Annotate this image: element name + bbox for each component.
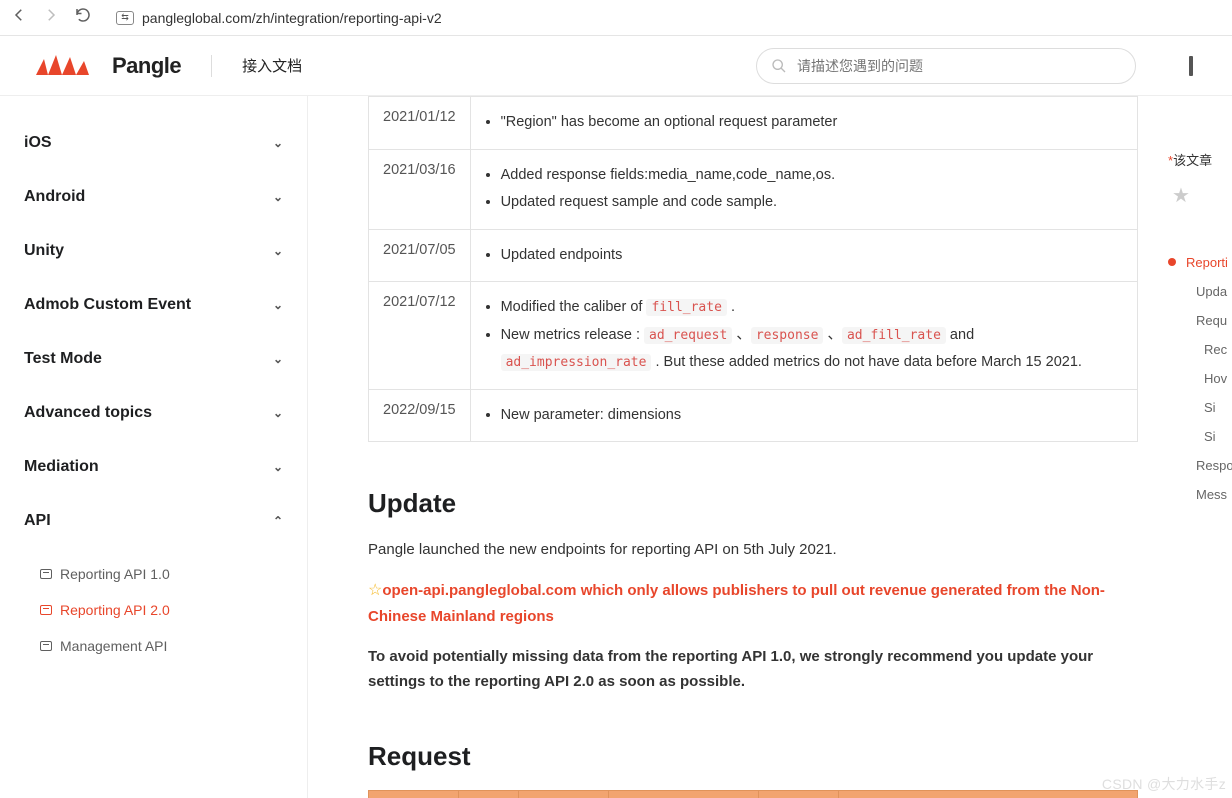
- chevron-down-icon: ⌄: [273, 244, 283, 258]
- logo-icon: [34, 53, 104, 79]
- more-icon[interactable]: [1186, 54, 1198, 78]
- star-icon: ☆: [368, 582, 382, 599]
- table-row: 2021/07/12 Modified the caliber of fill_…: [369, 282, 1138, 390]
- browser-bar: ⇆ pangleglobal.com/zh/integration/report…: [0, 0, 1232, 36]
- sidebar: iOS⌄ Android⌄ Unity⌄ Admob Custom Event⌄…: [0, 96, 308, 798]
- code-fill-rate: fill_rate: [646, 299, 726, 316]
- site-header: Pangle 接入文档: [0, 36, 1232, 96]
- sidebar-item-mediation[interactable]: Mediation⌄: [20, 440, 287, 494]
- table-row: 2022/09/15New parameter: dimensions: [369, 389, 1138, 442]
- sidebar-item-api[interactable]: API⌃: [20, 494, 287, 548]
- site-info-icon[interactable]: ⇆: [116, 11, 134, 25]
- update-paragraph-1: Pangle launched the new endpoints for re…: [368, 537, 1124, 563]
- sidebar-sub-management[interactable]: Management API: [38, 628, 287, 664]
- sidebar-item-testmode[interactable]: Test Mode⌄: [20, 332, 287, 386]
- right-toc: *该文章 ★ Reporti Upda Requ Rec Hov Si Si R…: [1164, 96, 1232, 798]
- toc-item[interactable]: Hov: [1168, 364, 1232, 393]
- main-content: 2021/01/12"Region" has become an optiona…: [308, 96, 1164, 798]
- search-input[interactable]: [797, 58, 1121, 74]
- toc-item[interactable]: Mess: [1168, 480, 1232, 509]
- changelog-table: 2021/01/12"Region" has become an optiona…: [368, 96, 1138, 442]
- doc-icon: [40, 641, 52, 651]
- favorite-icon[interactable]: ★: [1172, 183, 1232, 208]
- update-paragraph-3: To avoid potentially missing data from t…: [368, 644, 1124, 695]
- table-row: 2021/03/16Added response fields:media_na…: [369, 149, 1138, 229]
- table-header-row: Request Params Type Mandatory Allowed Va…: [369, 790, 1138, 798]
- chevron-down-icon: ⌄: [273, 406, 283, 420]
- toc-item[interactable]: Reporti: [1168, 248, 1232, 277]
- toc-item[interactable]: Requ: [1168, 306, 1232, 335]
- sidebar-item-ios[interactable]: iOS⌄: [20, 116, 287, 170]
- toc-title: *该文章: [1168, 150, 1232, 169]
- toc-item[interactable]: Rec: [1168, 335, 1232, 364]
- doc-icon: [40, 605, 52, 615]
- sidebar-item-android[interactable]: Android⌄: [20, 170, 287, 224]
- chevron-down-icon: ⌄: [273, 190, 283, 204]
- toc-item[interactable]: Si: [1168, 393, 1232, 422]
- chevron-down-icon: ⌄: [273, 460, 283, 474]
- toc-item[interactable]: Respo: [1168, 451, 1232, 480]
- chevron-up-icon: ⌃: [273, 514, 283, 528]
- sidebar-item-unity[interactable]: Unity⌄: [20, 224, 287, 278]
- table-row: 2021/07/05Updated endpoints: [369, 229, 1138, 282]
- url-text: pangleglobal.com/zh/integration/reportin…: [142, 10, 442, 26]
- table-row: 2021/01/12"Region" has become an optiona…: [369, 97, 1138, 150]
- section-update-title: Update: [368, 488, 1124, 519]
- reload-icon[interactable]: [74, 6, 92, 29]
- sidebar-sub-reporting-1[interactable]: Reporting API 1.0: [38, 556, 287, 592]
- search-icon: [771, 58, 787, 74]
- section-request-title: Request: [368, 741, 1124, 772]
- chevron-down-icon: ⌄: [273, 352, 283, 366]
- logo[interactable]: Pangle: [34, 53, 181, 79]
- divider: [211, 55, 212, 77]
- header-nav-link[interactable]: 接入文档: [242, 55, 302, 76]
- sidebar-item-admob[interactable]: Admob Custom Event⌄: [20, 278, 287, 332]
- forward-icon[interactable]: [42, 6, 60, 29]
- back-icon[interactable]: [10, 6, 28, 29]
- sidebar-sub-reporting-2[interactable]: Reporting API 2.0: [38, 592, 287, 628]
- logo-text: Pangle: [112, 53, 181, 79]
- sidebar-item-advanced[interactable]: Advanced topics⌄: [20, 386, 287, 440]
- toc-item[interactable]: Si: [1168, 422, 1232, 451]
- chevron-down-icon: ⌄: [273, 136, 283, 150]
- toc-item[interactable]: Upda: [1168, 277, 1232, 306]
- search-box[interactable]: [756, 48, 1136, 84]
- chevron-down-icon: ⌄: [273, 298, 283, 312]
- doc-icon: [40, 569, 52, 579]
- update-highlight: ☆open-api.pangleglobal.com which only al…: [368, 577, 1124, 630]
- request-table: Request Params Type Mandatory Allowed Va…: [368, 790, 1138, 798]
